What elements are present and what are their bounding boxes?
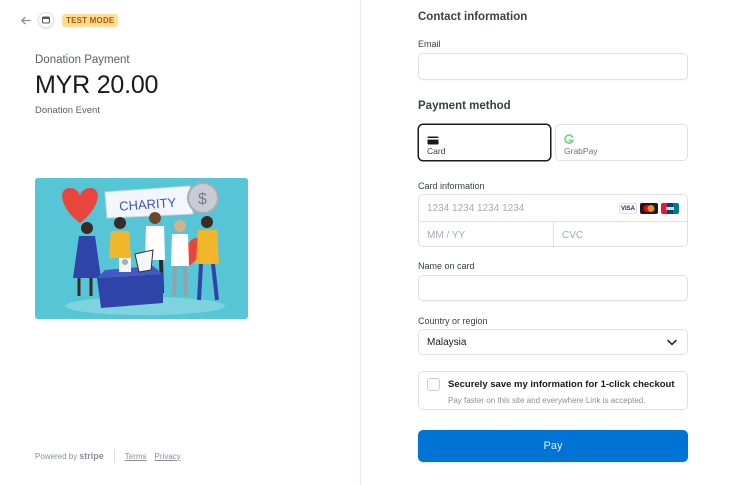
coin-symbol: $ xyxy=(198,191,207,208)
store-logo-icon xyxy=(38,12,54,28)
country-select[interactable]: Malaysia xyxy=(418,329,688,355)
name-on-card-label: Name on card xyxy=(418,261,475,271)
country-label: Country or region xyxy=(418,316,488,326)
save-info-box: Securely save my information for 1-click… xyxy=(418,371,688,410)
card-cvc-placeholder: CVC xyxy=(562,229,584,241)
product-description: Donation Event xyxy=(35,105,100,116)
stripe-logo[interactable]: stripe xyxy=(79,451,104,461)
payment-option-label: GrabPay xyxy=(564,146,598,156)
unionpay-icon xyxy=(661,203,679,214)
email-field[interactable] xyxy=(418,53,688,80)
email-label: Email xyxy=(418,39,441,49)
footer-divider xyxy=(113,450,115,462)
test-mode-badge: TEST MODE xyxy=(62,13,119,27)
save-info-subtitle: Pay faster on this site and everywhere L… xyxy=(448,396,646,405)
terms-link[interactable]: Terms xyxy=(125,452,147,461)
payment-method-title: Payment method xyxy=(418,100,511,112)
payment-form-pane: Contact information Email Payment method… xyxy=(361,0,747,485)
card-number-placeholder: 1234 1234 1234 1234 xyxy=(427,202,525,214)
payment-option-label: Card xyxy=(427,146,446,156)
card-number-field[interactable]: 1234 1234 1234 1234 VISA xyxy=(419,195,687,222)
payment-option-card[interactable]: Card xyxy=(418,124,551,161)
card-brand-logos: VISA xyxy=(619,203,679,214)
save-info-title: Securely save my information for 1-click… xyxy=(448,379,675,390)
visa-icon: VISA xyxy=(619,203,637,214)
mastercard-icon xyxy=(640,203,658,214)
save-info-checkbox[interactable] xyxy=(427,378,440,391)
name-on-card-field[interactable] xyxy=(418,275,688,301)
card-cvc-field[interactable]: CVC xyxy=(554,222,689,248)
payment-option-grabpay[interactable]: GrabPay xyxy=(555,124,688,161)
pay-button[interactable]: Pay xyxy=(418,430,688,462)
contact-section-title: Contact information xyxy=(418,11,528,23)
card-info-label: Card information xyxy=(418,181,485,191)
summary-header: TEST MODE xyxy=(18,11,119,29)
product-name: Donation Payment xyxy=(35,54,130,66)
card-expiry-field[interactable]: MM / YY xyxy=(419,222,554,248)
arrow-left-icon[interactable] xyxy=(18,13,32,27)
country-selected-value: Malaysia xyxy=(427,336,467,348)
privacy-link[interactable]: Privacy xyxy=(155,452,181,461)
charity-illustration: CHARITY $ xyxy=(35,178,248,319)
card-input-group: 1234 1234 1234 1234 VISA MM / YY CVC xyxy=(418,194,689,248)
powered-by-label: Powered by xyxy=(35,451,78,461)
total-amount: MYR 20.00 xyxy=(35,71,159,99)
order-summary-pane: TEST MODE Donation Payment MYR 20.00 Don… xyxy=(0,0,360,485)
card-expiry-placeholder: MM / YY xyxy=(427,229,466,241)
summary-footer: Powered by stripe Terms Privacy xyxy=(35,450,189,462)
chevron-down-icon xyxy=(667,338,677,349)
